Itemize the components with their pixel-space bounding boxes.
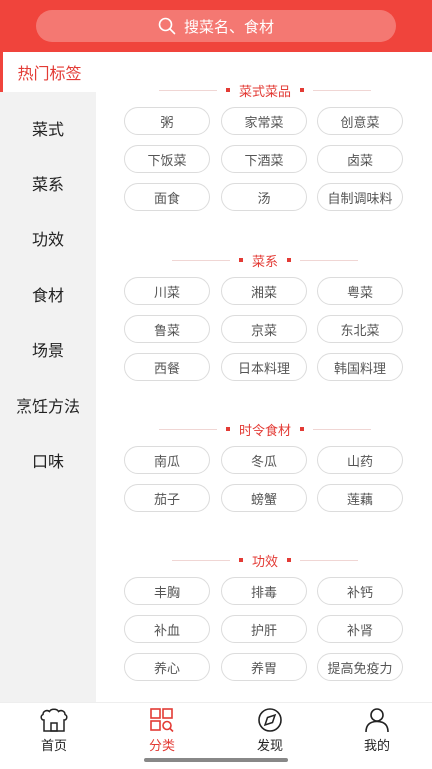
tag-chip[interactable]: 补血	[124, 615, 210, 643]
section-title-text: 菜系	[251, 254, 278, 270]
search-bar[interactable]: 搜菜名、食材	[36, 10, 396, 42]
sidebar-item-label: 功效	[31, 230, 64, 249]
tag-chip[interactable]: 山药	[317, 446, 403, 474]
category-icon	[150, 708, 174, 733]
section-title-dish-style: 菜式菜品	[150, 80, 380, 100]
divider	[313, 89, 371, 91]
tag-chip[interactable]: 丰胸	[124, 577, 210, 605]
tag-chip[interactable]: 下酒菜	[221, 145, 307, 173]
sidebar-item-label: 菜系	[31, 175, 64, 194]
tag-chip[interactable]: 补钙	[317, 577, 403, 605]
dot-marker	[287, 258, 291, 262]
sidebar-item-label: 食材	[31, 286, 64, 305]
tag-chip[interactable]: 茄子	[124, 484, 210, 512]
tag-chip[interactable]: 排毒	[221, 577, 307, 605]
divider	[171, 259, 230, 261]
tab-discover[interactable]: 发现	[230, 707, 310, 757]
divider	[313, 428, 371, 430]
sidebar-item-cuisine[interactable]: 菜系	[0, 163, 96, 203]
tag-chip[interactable]: 冬瓜	[221, 446, 307, 474]
tab-home[interactable]: 首页	[14, 707, 94, 757]
section-title-effect: 功效	[150, 550, 380, 570]
sidebar-item-effect[interactable]: 功效	[0, 218, 96, 258]
home-indicator	[144, 758, 288, 762]
tag-chip[interactable]: 鲁菜	[124, 315, 210, 343]
tag-chip[interactable]: 莲藕	[317, 484, 403, 512]
search-placeholder: 搜菜名、食材	[183, 17, 274, 36]
tag-chip[interactable]: 京菜	[221, 315, 307, 343]
tag-chip[interactable]: 创意菜	[317, 107, 403, 135]
divider	[158, 428, 217, 430]
tag-chip[interactable]: 面食	[124, 183, 210, 211]
tag-chip[interactable]: 东北菜	[317, 315, 403, 343]
tab-label: 发现	[256, 739, 283, 754]
section-title-seasonal: 时令食材	[150, 419, 380, 439]
sidebar-item-label: 热门标签	[17, 64, 82, 83]
tab-profile[interactable]: 我的	[337, 707, 417, 757]
tag-chip[interactable]: 粥	[124, 107, 210, 135]
tag-chip[interactable]: 护肝	[221, 615, 307, 643]
section-title-text: 功效	[251, 554, 278, 570]
sidebar-item-scene[interactable]: 场景	[0, 329, 96, 369]
header: 搜菜名、食材	[0, 0, 432, 52]
tag-chip[interactable]: 自制调味料	[317, 183, 403, 211]
tag-chip[interactable]: 韩国料理	[317, 353, 403, 381]
tag-chip[interactable]: 养胃	[221, 653, 307, 681]
tag-chip[interactable]: 养心	[124, 653, 210, 681]
user-icon	[365, 708, 389, 733]
compass-icon	[258, 708, 282, 732]
divider	[300, 259, 358, 261]
home-icon	[40, 708, 68, 732]
tab-label: 首页	[40, 739, 67, 754]
dot-marker	[225, 88, 230, 92]
dot-marker	[238, 258, 243, 262]
sidebar-item-label: 口味	[31, 452, 64, 471]
divider	[158, 89, 217, 91]
tag-chip[interactable]: 补肾	[317, 615, 403, 643]
dot-marker	[300, 88, 304, 92]
sidebar-item-label: 场景	[31, 341, 64, 360]
category-sidebar	[0, 52, 96, 702]
tab-label: 分类	[148, 739, 175, 754]
tag-chip[interactable]: 提高免疫力	[317, 653, 403, 681]
sidebar-item-taste[interactable]: 口味	[0, 440, 96, 480]
dot-marker	[287, 558, 291, 562]
tag-chip[interactable]: 日本料理	[221, 353, 307, 381]
dot-marker	[225, 427, 230, 431]
tag-chip[interactable]: 下饭菜	[124, 145, 210, 173]
tag-chip[interactable]: 西餐	[124, 353, 210, 381]
sidebar-item-label: 烹饪方法	[15, 397, 80, 416]
dot-marker	[238, 558, 243, 562]
tag-chip[interactable]: 卤菜	[317, 145, 403, 173]
sidebar-item-label: 菜式	[31, 120, 64, 139]
section-title-text: 时令食材	[238, 423, 291, 439]
tag-chip[interactable]: 家常菜	[221, 107, 307, 135]
tag-chip[interactable]: 南瓜	[124, 446, 210, 474]
dot-marker	[300, 427, 304, 431]
tab-label: 我的	[363, 739, 390, 754]
sidebar-item-hot-tags[interactable]: 热门标签	[0, 52, 96, 92]
tab-category[interactable]: 分类	[122, 707, 202, 757]
search-icon	[158, 17, 176, 35]
sidebar-item-cooking-method[interactable]: 烹饪方法	[0, 385, 96, 425]
tag-chip[interactable]: 湘菜	[221, 277, 307, 305]
tag-chip[interactable]: 螃蟹	[221, 484, 307, 512]
sidebar-item-dish-style[interactable]: 菜式	[0, 108, 96, 148]
tag-chip[interactable]: 粤菜	[317, 277, 403, 305]
tag-chip[interactable]: 川菜	[124, 277, 210, 305]
section-title-text: 菜式菜品	[238, 84, 291, 100]
section-title-cuisine: 菜系	[150, 250, 380, 270]
tag-chip[interactable]: 汤	[221, 183, 307, 211]
divider	[300, 559, 358, 561]
sidebar-item-ingredient[interactable]: 食材	[0, 274, 96, 314]
divider	[171, 559, 230, 561]
